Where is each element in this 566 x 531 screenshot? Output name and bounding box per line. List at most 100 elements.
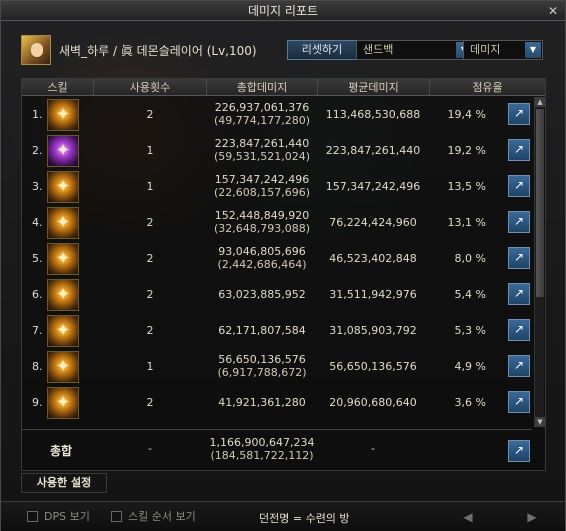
share-icon: ↗ [513,322,525,336]
rank-number: 1. [32,108,43,121]
table-row: 4. ✦ 2 152,448,849,920 (32,648,793,088) 76,22… [22,205,532,241]
use-count: 1 [146,144,154,157]
share-icon: ↗ [513,286,525,300]
use-count: 2 [146,216,154,229]
share-button[interactable]: ↗ [508,391,530,413]
share-button[interactable]: ↗ [508,319,530,341]
total-damage-cell: 93,046,805,696 (2,442,686,464) [207,245,317,271]
total-damage-cell: 62,171,807,584 [207,324,317,337]
header-share: 점유율 [472,81,503,94]
skill-order-checkbox[interactable]: 스킬 순서 보기 [111,510,196,524]
wave-slash-icon: ✦ [47,387,79,419]
share-percent: 3,6 % [454,396,486,409]
total-count: - [148,442,152,455]
claw-icon: ✦ [47,243,79,275]
use-count: 2 [146,396,154,409]
share-button[interactable]: ↗ [508,175,530,197]
type-select[interactable]: 데미지 ▼ [463,40,543,60]
character-portrait [21,35,51,65]
total-damage-sub: (49,774,177,280) [213,114,311,127]
use-count: 2 [146,288,154,301]
use-count: 1 [146,360,154,373]
purple-burst-icon: ✦ [47,135,79,167]
use-count: 1 [146,180,154,193]
rank-number: 5. [32,252,43,265]
chevron-down-icon[interactable]: ▼ [525,42,541,58]
used-settings-tab[interactable]: 사용한 설정 [21,473,107,493]
share-button[interactable]: ↗ [508,247,530,269]
share-icon: ↗ [513,178,525,192]
share-button[interactable]: ↗ [508,355,530,377]
total-damage: 226,937,061,376 [214,101,310,114]
share-button[interactable]: ↗ [508,211,530,233]
total-damage: 157,347,242,496 [214,173,310,186]
table-row: 1. ✦ 2 226,937,061,376 (49,774,177,280) 113,4… [22,97,532,133]
share-icon: ↗ [513,358,525,372]
table-row: 5. ✦ 2 93,046,805,696 (2,442,686,464) 46,523,… [22,241,532,277]
rank-number: 3. [32,180,43,193]
total-damage-cell: 152,448,849,920 (32,648,793,088) [207,209,317,235]
character-name: 새벽_하루 / 眞 데몬슬레이어 (Lv,100) [59,44,257,58]
rank-number: 6. [32,288,43,301]
table-row: 9. ✦ 2 41,921,361,280 20,960,680,640 3,6 % ↗ [22,385,532,419]
total-label: 총합 [50,444,73,458]
table-row: 8. ✦ 1 56,650,136,576 (6,917,788,672) 56,650,… [22,349,532,385]
total-avg: - [371,442,375,455]
total-damage: 93,046,805,696 [218,245,306,258]
rank-number: 4. [32,216,43,229]
share-percent: 13,5 % [447,180,486,193]
share-button[interactable]: ↗ [508,283,530,305]
scrollbar[interactable]: ▲ ▼ [534,97,545,427]
close-icon[interactable]: ✕ [547,5,559,17]
rank-number: 7. [32,324,43,337]
scroll-up-icon[interactable]: ▲ [535,97,545,107]
total-damage: 1,166,900,647,234 (184,581,722,112) [207,436,317,462]
title-bar[interactable]: 데미지 리포트 ✕ [1,1,565,21]
scroll-down-icon[interactable]: ▼ [535,417,545,427]
total-damage-sub: (184,581,722,112) [210,449,314,462]
total-damage: 152,448,849,920 [214,209,310,222]
share-icon: ↗ [513,394,525,408]
table-row: 2. ✦ 1 223,847,261,440 (59,531,521,024) 223,8… [22,133,532,169]
prev-arrow-icon[interactable]: ◀ [461,510,475,524]
window-title: 데미지 리포트 [247,4,319,18]
scroll-thumb[interactable] [536,109,544,297]
dps-checkbox[interactable]: DPS 보기 [27,510,90,524]
dash-figure-icon: ✦ [47,279,79,311]
avg-damage: 223,847,261,440 [325,144,421,157]
next-arrow-icon[interactable]: ▶ [525,510,539,524]
bottom-bar: DPS 보기 스킬 순서 보기 던전명 = 수련의 방 ◀ ▶ [1,501,565,531]
total-row: 총합 - 1,166,900,647,234 (184,581,722,112)… [22,429,532,469]
share-icon: ↗ [513,250,525,264]
slash-ring-icon: ✦ [47,99,79,131]
share-button[interactable]: ↗ [508,139,530,161]
header-count: 사용횟수 [94,79,207,96]
blade-fan-icon: ✦ [47,207,79,239]
target-select[interactable]: 샌드백 ▼ [356,40,474,60]
checkbox-icon[interactable] [27,511,38,522]
rank-number: 9. [32,396,43,409]
total-damage: 63,023,885,952 [218,288,306,301]
share-percent: 19,4 % [447,108,486,121]
checkbox-icon[interactable] [111,511,122,522]
avg-damage: 157,347,242,496 [325,180,421,193]
avg-damage: 56,650,136,576 [329,360,417,373]
type-select-value: 데미지 [470,43,501,56]
rank-number: 2. [32,144,43,157]
use-count: 2 [146,252,154,265]
table-header: 스킬 사용횟수 총합데미지 평균데미지 점유율 [22,79,545,96]
reset-button[interactable]: 리셋하기 [287,40,357,60]
skill-order-label: 스킬 순서 보기 [128,510,196,523]
share-button[interactable]: ↗ [508,103,530,125]
share-icon: ↗ [513,443,525,457]
total-share-button[interactable]: ↗ [508,440,530,462]
total-damage-sub: (59,531,521,024) [213,150,311,163]
share-percent: 5,3 % [454,324,486,337]
total-damage: 41,921,361,280 [218,396,306,409]
avg-damage: 46,523,402,848 [329,252,417,265]
dps-label: DPS 보기 [44,510,90,523]
flame-slash-icon: ✦ [47,171,79,203]
character-row: 새벽_하루 / 眞 데몬슬레이어 (Lv,100) 리셋하기 샌드백 ▼ 데미지… [21,35,561,65]
total-damage-cell: 56,650,136,576 (6,917,788,672) [207,353,317,379]
avg-damage: 31,511,942,976 [329,288,417,301]
